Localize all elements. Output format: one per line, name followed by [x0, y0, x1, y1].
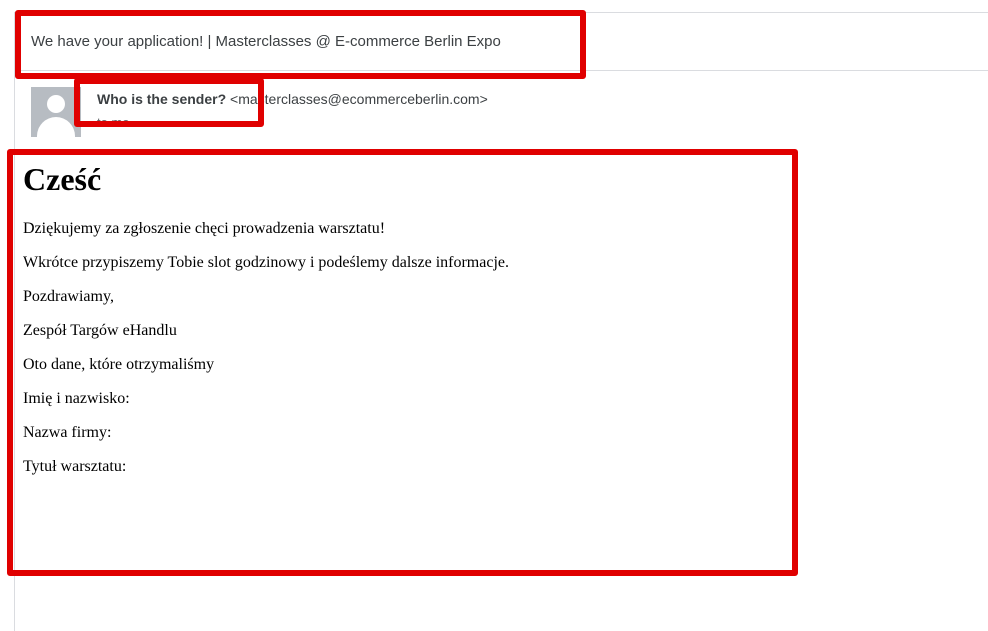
sender-highlight-box	[74, 78, 264, 127]
sender-email: <masterclasses@ecommerceberlin.com>	[230, 91, 488, 107]
subject-highlight-box	[15, 10, 586, 79]
avatar-body-shape	[37, 117, 75, 137]
body-highlight-box	[7, 149, 798, 576]
avatar-head-shape	[47, 95, 65, 113]
